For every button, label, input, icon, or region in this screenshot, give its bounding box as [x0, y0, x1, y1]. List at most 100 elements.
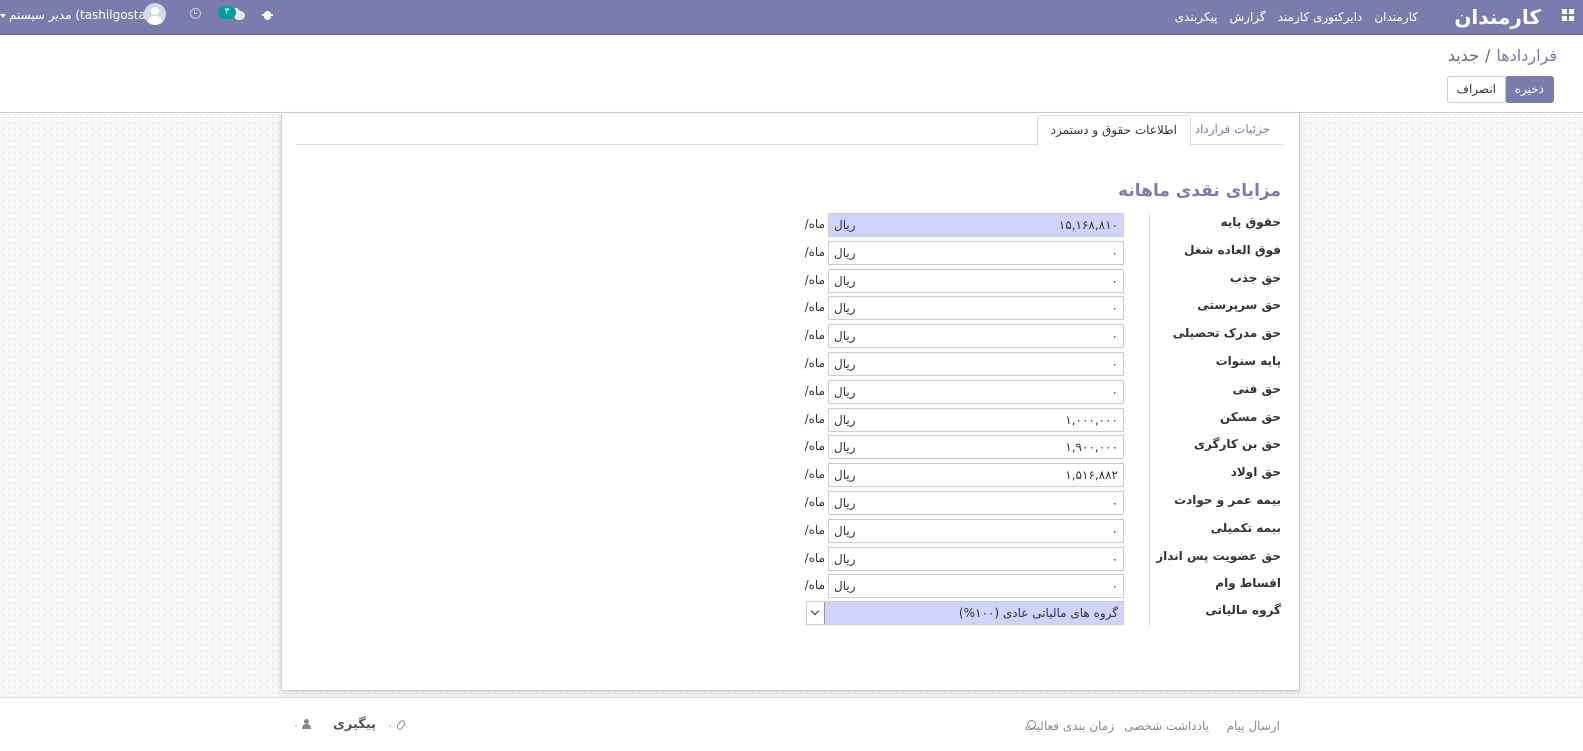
amount-input[interactable]: ۱,۵۱۶,۸۸۲ ریال: [828, 463, 1124, 488]
amount-value: ۰: [1111, 301, 1118, 316]
field-label: حق اولاد: [1230, 465, 1281, 480]
amount-input[interactable]: ۱,۹۰۰,۰۰۰ ریال: [828, 435, 1124, 460]
breadcrumb: قراردادها / جدید: [1448, 46, 1557, 65]
period-label: /ماه: [804, 272, 825, 287]
followers-icon[interactable]: [302, 719, 311, 729]
field-label: حق بن کارگری: [1194, 437, 1281, 452]
field-row: بیمه عمر و حوادث ۰ ریال/ماه: [805, 491, 1281, 515]
amount-input[interactable]: ۰ ریال: [828, 324, 1124, 349]
chat-count-badge: ۳: [218, 6, 236, 19]
menu-configuration[interactable]: پیکربندی: [1175, 0, 1218, 35]
tax-group-select[interactable]: گروه های مالیاتی عادی (۱۰۰%): [806, 601, 1124, 625]
currency-label: ریال: [834, 579, 856, 594]
field-row: حق عضویت پس انداز ۰ ریال/ماه: [805, 546, 1281, 571]
log-note-button[interactable]: یادداشت شخصی: [1124, 719, 1209, 733]
paperclip-icon[interactable]: [395, 719, 407, 731]
tab-contract-details[interactable]: جزئیات قرارداد: [1182, 115, 1283, 146]
amount-input[interactable]: ۰ ریال: [828, 296, 1124, 321]
field-label: حق مدرک تحصیلی: [1172, 326, 1281, 341]
field-label: حق سرپرستی: [1197, 298, 1281, 313]
currency-label: ریال: [834, 301, 856, 316]
amount-input[interactable]: ۱۵,۱۶۸,۸۱۰ ریال: [828, 213, 1124, 237]
user-menu-caret-icon[interactable]: [0, 14, 6, 18]
currency-label: ریال: [834, 412, 856, 427]
field-row: اقساط وام ۰ ریال/ماه: [805, 574, 1281, 599]
field-label: حقوق پایه: [1220, 215, 1281, 229]
follow-button[interactable]: پیگیری: [333, 717, 376, 732]
amount-input[interactable]: ۰ ریال: [828, 240, 1124, 265]
amount-input[interactable]: ۱,۰۰۰,۰۰۰ ریال: [828, 407, 1124, 432]
field-row: حق اولاد ۱,۵۱۶,۸۸۲ ریال/ماه: [805, 463, 1281, 488]
period-label: /ماه: [804, 495, 825, 509]
field-label: بیمه عمر و حوادث: [1174, 493, 1281, 507]
apps-menu-icon[interactable]: [1562, 9, 1575, 22]
amount-value: ۰: [1111, 579, 1118, 594]
breadcrumb-current: جدید: [1447, 46, 1479, 65]
field-row: حق فنی ۰ ریال/ماه: [805, 379, 1281, 404]
currency-label: ریال: [834, 468, 856, 483]
amount-value: ۰: [1111, 357, 1118, 371]
schedule-activity-button[interactable]: زمان بندی فعالیت: [1025, 719, 1114, 733]
field-row: حق جذب ۰ ریال/ماه: [805, 268, 1281, 293]
amount-input[interactable]: ۰ ریال: [828, 518, 1124, 543]
field-label: حق فنی: [1232, 381, 1281, 396]
field-label: بیمه تکمیلی: [1210, 520, 1281, 535]
currency-label: ریال: [834, 384, 856, 399]
field-row: حق بن کارگری ۱,۹۰۰,۰۰۰ ریال/ماه: [805, 435, 1281, 460]
amount-input[interactable]: ۰ ریال: [828, 379, 1124, 404]
save-button[interactable]: ذخیره: [1504, 76, 1554, 103]
activity-clock-icon[interactable]: [190, 8, 201, 19]
field-label: حق مسکن: [1219, 409, 1281, 424]
section-title: مزایای نقدی ماهانه: [1118, 181, 1281, 201]
amount-value: ۰: [1111, 496, 1118, 510]
period-label: /ماه: [804, 411, 825, 426]
discard-button[interactable]: انصراف: [1446, 76, 1506, 103]
breadcrumb-contracts[interactable]: قراردادها: [1496, 46, 1557, 65]
amount-value: ۰: [1111, 551, 1118, 566]
avatar[interactable]: [144, 3, 166, 25]
amount-input[interactable]: ۰ ریال: [828, 352, 1124, 376]
field-row: حق مسکن ۱,۰۰۰,۰۰۰ ریال/ماه: [805, 407, 1281, 432]
field-row: حق مدرک تحصیلی ۰ ریال/ماه: [805, 324, 1281, 349]
send-message-button[interactable]: ارسال پیام: [1227, 719, 1280, 733]
amount-input[interactable]: ۰ ریال: [828, 546, 1124, 571]
amount-value: ۰: [1111, 384, 1118, 399]
currency-label: ریال: [834, 329, 856, 344]
period-label: /ماه: [804, 244, 825, 259]
attachments-count: ۰: [387, 719, 393, 732]
amount-input[interactable]: ۰ ریال: [828, 574, 1124, 599]
field-row: فوق العاده شغل ۰ ریال/ماه: [805, 240, 1281, 265]
menu-reporting[interactable]: گزارش: [1230, 0, 1266, 35]
period-label: /ماه: [804, 383, 825, 398]
field-row: بیمه تکمیلی ۰ ریال/ماه: [805, 518, 1281, 543]
period-label: /ماه: [804, 522, 825, 537]
amount-input[interactable]: ۰ ریال: [828, 268, 1124, 293]
amount-value: ۱۵,۱۶۸,۸۱۰: [1058, 218, 1118, 232]
field-label: اقساط وام: [1215, 576, 1281, 591]
debug-bug-icon[interactable]: [262, 9, 273, 20]
menu-employee-directory[interactable]: دایرکتوری کارمند: [1278, 0, 1363, 35]
field-label: پایه سنوات: [1215, 354, 1281, 368]
notebook-tabs: جزئیات قرارداد اطلاعات حقوق و دستمزد: [296, 114, 1283, 146]
user-menu[interactable]: مدیر سیستم (tashilgostar): [9, 0, 155, 30]
currency-label: ریال: [834, 551, 856, 566]
field-label: حق عضویت پس انداز: [1156, 548, 1281, 563]
field-row: پایه سنوات ۰ ریال/ماه: [805, 352, 1281, 376]
currency-label: ریال: [834, 245, 856, 260]
tab-salary-information[interactable]: اطلاعات حقوق و دستمزد: [1036, 115, 1191, 146]
amount-value: ۰: [1111, 329, 1118, 344]
app-brand[interactable]: کارمندان: [1454, 3, 1541, 31]
amount-input[interactable]: ۰ ریال: [828, 491, 1124, 515]
menu-employees[interactable]: کارمندان: [1374, 0, 1418, 35]
chevron-down-icon[interactable]: [807, 602, 825, 624]
field-label: حق جذب: [1229, 270, 1281, 285]
breadcrumb-separator: /: [1484, 46, 1491, 65]
main-menu: کارمندان دایرکتوری کارمند گزارش پیکربندی: [1163, 0, 1418, 35]
currency-label: ریال: [834, 523, 856, 538]
period-label: /ماه: [804, 356, 825, 370]
control-panel: قراردادها / جدید ذخیره انصراف: [0, 36, 1583, 113]
period-label: /ماه: [804, 550, 825, 565]
currency-label: ریال: [834, 440, 856, 455]
currency-label: ریال: [834, 273, 856, 288]
field-row: حقوق پایه ۱۵,۱۶۸,۸۱۰ ریال/ماه: [805, 213, 1281, 237]
